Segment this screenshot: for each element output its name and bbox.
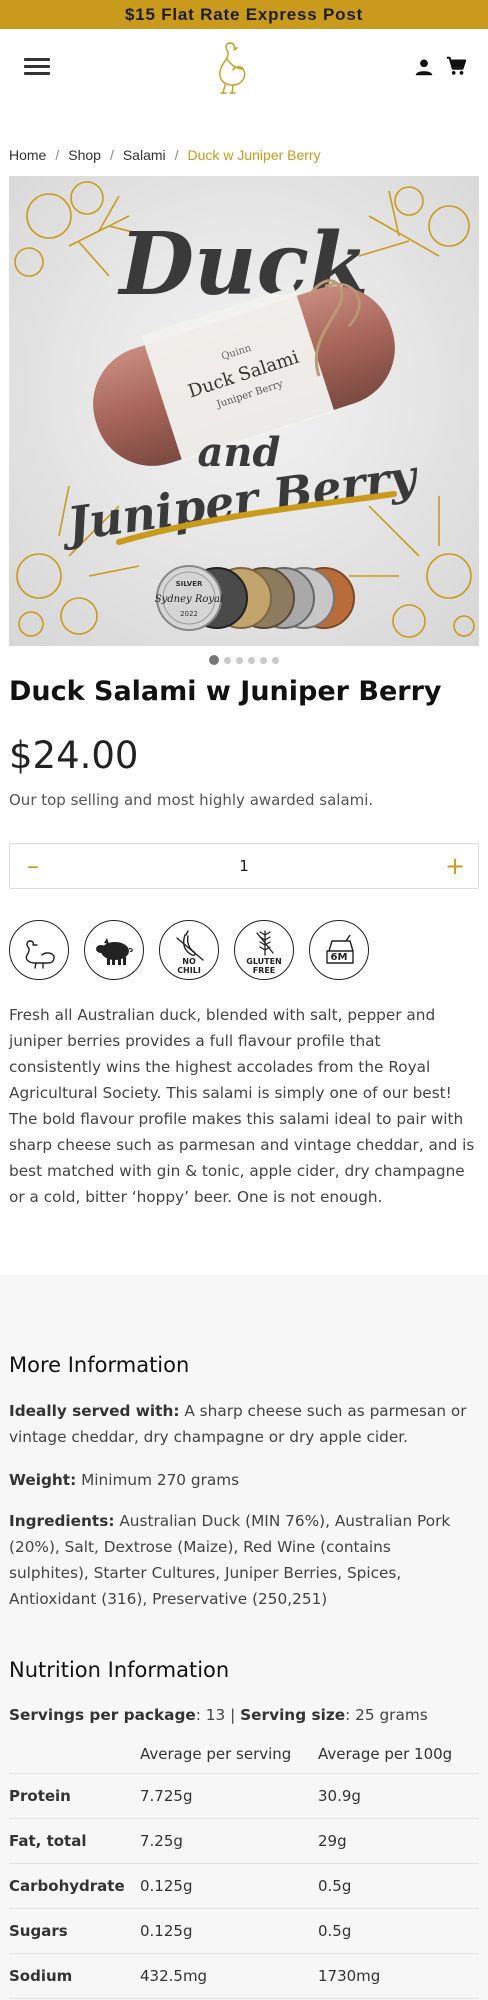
per-serving-value: 432.5mg — [140, 1953, 318, 1999]
nutrition-table: Average per serving Average per 100g Pro… — [9, 1745, 479, 1999]
product-tagline: Our top selling and most highly awarded … — [9, 791, 374, 809]
per-100g-value: 0.5g — [318, 1863, 479, 1909]
breadcrumb-separator: / — [174, 147, 179, 163]
announcement-bar: $15 Flat Rate Express Post — [0, 0, 488, 29]
weight-value: Minimum 270 grams — [76, 1471, 240, 1489]
servings-value: : 13 | — [195, 1706, 241, 1724]
medal-silver-text: SILVER — [176, 580, 203, 588]
ingredients-text: Ingredients: Australian Duck (MIN 76%), … — [9, 1508, 475, 1612]
table-row: Sodium 432.5mg 1730mg — [9, 1953, 479, 1999]
gluten-label: GLUTEN — [246, 957, 282, 966]
weight-text: Weight: Minimum 270 grams — [9, 1467, 475, 1493]
medal-name-text: Sydney Royal — [155, 594, 223, 605]
servings-text: Servings per package: 13 | Serving size:… — [9, 1702, 475, 1728]
weight-label: Weight: — [9, 1471, 77, 1489]
column-header — [9, 1745, 140, 1774]
nutrient-name: Carbohydrate — [9, 1863, 140, 1909]
container-6m-icon: 6M — [309, 920, 369, 980]
breadcrumb-shop[interactable]: Shop — [68, 147, 101, 163]
column-header: Average per serving — [140, 1745, 318, 1774]
table-row: Protein 7.725g 30.9g — [9, 1773, 479, 1819]
per-serving-value: 0.125g — [140, 1908, 318, 1954]
per-100g-value: 0.5g — [318, 1908, 479, 1954]
per-serving-value: 7.25g — [140, 1818, 318, 1864]
per-100g-value: 1730mg — [318, 1953, 479, 1999]
served-with-text: Ideally served with: A sharp cheese such… — [9, 1398, 475, 1450]
hamburger-menu-icon[interactable] — [24, 56, 50, 76]
nutrient-name: Sodium — [9, 1953, 140, 1999]
table-row: Carbohydrate 0.125g 0.5g — [9, 1863, 479, 1909]
nutrient-name: Sugars — [9, 1908, 140, 1954]
breadcrumb-salami[interactable]: Salami — [123, 147, 166, 163]
carousel-dot[interactable] — [235, 656, 243, 664]
carousel-dots — [0, 655, 488, 665]
no-chili-label-no: NO — [182, 957, 196, 966]
table-row: Fat, total 7.25g 29g — [9, 1818, 479, 1864]
per-100g-value: 30.9g — [318, 1773, 479, 1819]
per-100g-value: 29g — [318, 1818, 479, 1864]
column-header: Average per 100g — [318, 1745, 479, 1774]
quantity-decrease-button[interactable]: – — [10, 844, 56, 888]
breadcrumb-current: Duck w Juniper Berry — [187, 147, 321, 163]
medal-year-text: 2022 — [180, 610, 198, 618]
servings-label: Servings per package — [9, 1706, 196, 1724]
free-label: FREE — [252, 966, 276, 975]
duck-icon — [9, 920, 69, 980]
product-description: Fresh all Australian duck, blended with … — [9, 1006, 475, 1206]
product-hero-illustration: Duck Quinn Duck Salami Juniper Berry and… — [9, 176, 479, 646]
award-medals: SILVER Sydney Royal 2022 — [155, 565, 355, 631]
carousel-dot[interactable] — [272, 656, 280, 664]
product-price: $24.00 — [9, 734, 139, 777]
carousel-dot[interactable] — [223, 656, 231, 664]
breadcrumb-home[interactable]: Home — [9, 147, 46, 163]
carousel-dot[interactable] — [208, 655, 219, 665]
announcement-text: $15 Flat Rate Express Post — [124, 5, 364, 24]
carousel-dot[interactable] — [248, 656, 256, 664]
table-header-row: Average per serving Average per 100g — [9, 1745, 479, 1774]
table-row: Sugars 0.125g 0.5g — [9, 1908, 479, 1954]
quantity-input[interactable]: 1 — [56, 844, 432, 888]
per-serving-value: 7.725g — [140, 1773, 318, 1819]
more-information-heading: More Information — [9, 1353, 190, 1377]
nutrient-name: Fat, total — [9, 1818, 140, 1864]
carousel-dot[interactable] — [260, 656, 268, 664]
no-chili-label-chili: CHILI — [177, 966, 201, 975]
serving-size-label: Serving size — [240, 1706, 346, 1724]
served-with-label: Ideally served with: — [9, 1402, 180, 1420]
pig-icon — [84, 920, 144, 980]
person-icon[interactable] — [413, 56, 435, 78]
duck-logo-icon[interactable] — [213, 39, 249, 95]
nutrition-heading: Nutrition Information — [9, 1658, 230, 1682]
quantity-stepper: – 1 + — [9, 843, 479, 889]
shelf-life-label: 6M — [330, 952, 348, 963]
ingredients-label: Ingredients: — [9, 1512, 115, 1530]
serving-size-value: : 25 grams — [345, 1706, 428, 1724]
no-chili-icon: NO CHILI — [159, 920, 219, 980]
product-image[interactable]: Duck Quinn Duck Salami Juniper Berry and… — [9, 176, 479, 646]
breadcrumb: Home / Shop / Salami / Duck w Juniper Berry — [9, 147, 321, 163]
breadcrumb-separator: / — [109, 147, 114, 163]
breadcrumb-separator: / — [55, 147, 60, 163]
wheat-gluten-free-icon: GLUTEN FREE — [234, 920, 294, 980]
site-header — [0, 29, 488, 109]
nutrient-name: Protein — [9, 1773, 140, 1819]
product-title: Duck Salami w Juniper Berry — [9, 676, 442, 707]
quantity-increase-button[interactable]: + — [432, 844, 478, 888]
shopping-cart-icon[interactable] — [445, 55, 467, 77]
per-serving-value: 0.125g — [140, 1863, 318, 1909]
